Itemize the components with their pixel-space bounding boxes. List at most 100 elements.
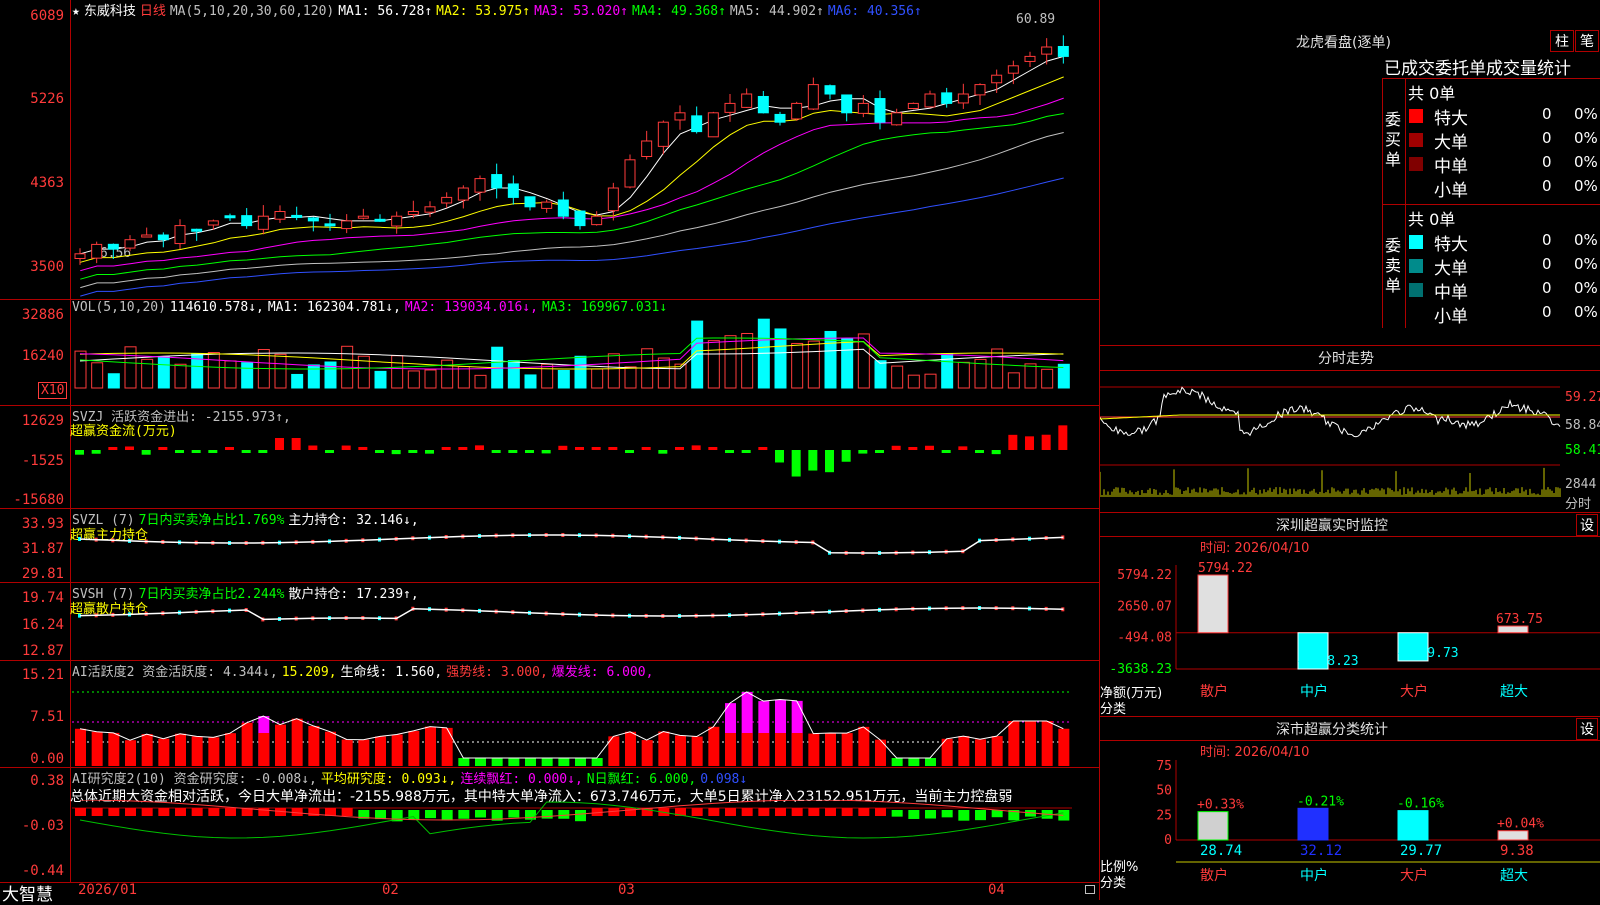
- flow-bar: [708, 447, 718, 450]
- sell-value: 0: [1542, 255, 1552, 273]
- research-bar: [408, 810, 420, 821]
- volume-bar: [874, 360, 887, 389]
- activity-bar: [575, 758, 586, 766]
- volume-bar: [991, 348, 1004, 389]
- flow-bar: [125, 446, 134, 450]
- buy-value: 0: [1542, 129, 1552, 147]
- candle-body: [657, 121, 669, 147]
- volume-bar: [241, 362, 254, 389]
- volume-bar: [541, 363, 554, 389]
- sell-name: 大单: [1434, 259, 1468, 279]
- flow-bar: [675, 447, 684, 450]
- candle-body: [574, 210, 586, 227]
- activity-bar: [1008, 721, 1020, 766]
- date-tick-3: 04: [988, 882, 1005, 898]
- vol-tick-1: 16240: [21, 348, 64, 364]
- monitor-category-label: 中户: [1300, 683, 1328, 700]
- volume-bar: [791, 342, 804, 389]
- flow-bar: [491, 450, 501, 453]
- activity-bar: [425, 726, 436, 766]
- axis-divider: [70, 0, 71, 882]
- monitor-settings-button[interactable]: 设: [1576, 514, 1598, 536]
- flow-bar: [308, 445, 318, 450]
- research-bar: [558, 810, 570, 819]
- kline-chart-area[interactable]: ★ 东威科技 日线 MA(5,10,20,30,60,120) MA1: 56.728↑…: [0, 0, 1100, 905]
- candle-body: [441, 196, 453, 204]
- research-bar: [741, 808, 753, 816]
- candle-body: [307, 217, 319, 222]
- candle-body: [541, 201, 553, 209]
- candle-body: [741, 93, 753, 108]
- stat-change-label: +0.04%: [1497, 817, 1544, 832]
- research-bar: [125, 808, 136, 816]
- activity-bar: [175, 733, 186, 766]
- order-stats-tabs[interactable]: 已成交委托单成交量统计: [1384, 54, 1571, 79]
- volume-bar: [841, 337, 854, 389]
- flow-bar: [758, 447, 768, 450]
- sell-percent: 0%: [1574, 303, 1598, 321]
- activity-bar: [508, 758, 520, 766]
- flow-bar: [75, 450, 84, 455]
- candle-body: [624, 159, 636, 188]
- stat-axis-tick: 0: [1164, 833, 1172, 848]
- research-bar: [91, 808, 103, 816]
- holding-line: [79, 534, 1064, 554]
- main-holding-chart[interactable]: [72, 525, 1098, 580]
- divider: [1100, 536, 1600, 537]
- monitor-axis-tick: -494.08: [1117, 631, 1172, 646]
- flow-bar: [458, 447, 468, 450]
- ma-value-6: MA6: 40.356↑: [827, 4, 922, 19]
- ma-line-5: [80, 132, 1064, 289]
- intraday-title: 分时走势: [1318, 351, 1374, 367]
- flow-bar: [341, 445, 351, 450]
- retail-holding-chart[interactable]: [72, 598, 1098, 658]
- flow-bar: [891, 445, 901, 450]
- flow-bar: [191, 450, 201, 453]
- activity-bar: [308, 725, 320, 766]
- stat-value-label: 29.77: [1400, 843, 1442, 859]
- candle-body: [557, 199, 569, 217]
- research-bar: [858, 808, 870, 816]
- ai-tick-0: 15.21: [21, 667, 64, 683]
- flow-bar: [541, 450, 551, 454]
- capital-flow-chart[interactable]: [72, 420, 1098, 508]
- period-label[interactable]: 日线: [140, 4, 166, 19]
- stat-axis-tick: 50: [1156, 784, 1172, 799]
- candle-body: [491, 174, 503, 189]
- activity-bar: [375, 736, 386, 766]
- candle-body: [507, 183, 519, 198]
- volume-chart[interactable]: [72, 316, 1098, 400]
- stat-bar-chart[interactable]: 75 50 25 0 +0.33% 28.74 散户 -0.21% 32.12 中户 -0.16% 2…: [1100, 756, 1600, 900]
- flow-bar: [325, 450, 334, 453]
- line-mode-button[interactable]: 笔: [1575, 30, 1599, 52]
- research-chart[interactable]: [72, 800, 1098, 880]
- activity-bar: [408, 730, 420, 766]
- candlestick-chart[interactable]: [72, 20, 1098, 300]
- stat-settings-button[interactable]: 设: [1576, 718, 1598, 740]
- activity-bar: [91, 731, 103, 766]
- buy-name: 特大: [1434, 109, 1468, 129]
- activity-bar: [908, 758, 920, 766]
- sell-orders-label: 委卖单: [1385, 236, 1402, 295]
- volume-bar: [807, 340, 820, 389]
- bar-mode-button[interactable]: 柱: [1550, 30, 1574, 52]
- research-bar: [958, 810, 970, 821]
- monitor-bar-chart[interactable]: 5794.22 2650.07 -494.08 -3638.23 5794.22 散户 -3…: [1100, 552, 1600, 717]
- stock-name[interactable]: 东威科技: [84, 4, 136, 19]
- volume-bar: [157, 355, 170, 389]
- monitor-bar: [1197, 574, 1229, 634]
- svsh-tick-1: 16.24: [21, 617, 64, 633]
- volume-bar: [291, 373, 304, 389]
- activity-bar: [991, 736, 1003, 766]
- activity-bar: [458, 758, 470, 766]
- lock-icon[interactable]: [1085, 885, 1095, 894]
- volume-bar: [557, 369, 570, 389]
- candle-body: [641, 140, 653, 157]
- intraday-chart[interactable]: [1100, 371, 1562, 511]
- candle-body: [157, 234, 169, 241]
- candle-body: [191, 228, 203, 232]
- flow-bar: [958, 446, 968, 450]
- svzl-tick-0: 33.93: [21, 516, 64, 532]
- ai-activity-chart[interactable]: [72, 672, 1098, 766]
- flow-bar: [775, 450, 784, 463]
